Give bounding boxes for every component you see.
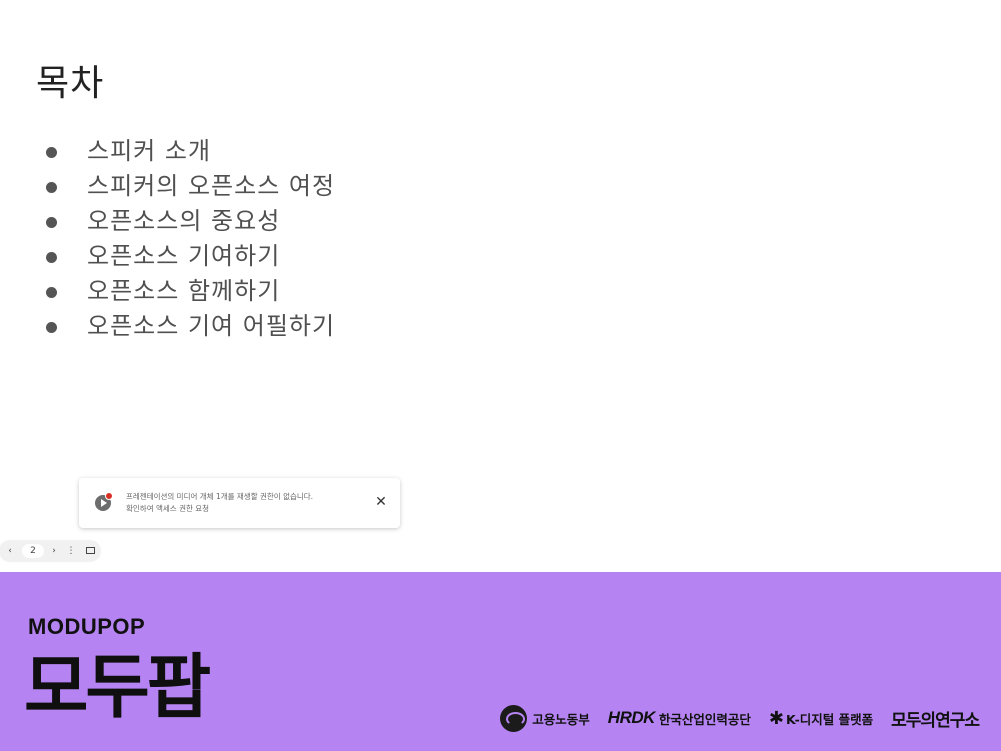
slide-title: 목차: [36, 63, 105, 104]
alert-badge-icon: [105, 492, 113, 500]
bullet-icon: [46, 287, 57, 298]
slide-canvas: 목차 스피커 소개 스피커의 오픈소스 여정 오픈소스의 중요성 오픈소스 기여…: [0, 0, 1001, 572]
media-permission-toast: 프레젠테이션의 미디어 개체 1개를 재생할 권한이 없습니다. 확인하여 액세…: [79, 478, 400, 528]
partner-hrdk: HRDK 한국산업인력공단: [608, 708, 751, 728]
agenda-item: 오픈소스 함께하기: [46, 274, 335, 309]
kdigital-star-icon: ✱: [768, 707, 785, 729]
more-options-icon[interactable]: ⋮: [66, 544, 76, 558]
partner-logos: 고용노동부 HRDK 한국산업인력공단 ✱ K-디지털 플랫폼 모두의연구소: [482, 702, 980, 734]
bullet-icon: [46, 182, 57, 193]
agenda-item-text: 오픈소스의 중요성: [87, 207, 281, 235]
agenda-item-text: 스피커의 오픈소스 여정: [87, 172, 336, 200]
toast-message[interactable]: 프레젠테이션의 미디어 개체 1개를 재생할 권한이 없습니다. 확인하여 액세…: [126, 491, 313, 515]
agenda-item-text: 스피커 소개: [87, 137, 212, 165]
agenda-item: 오픈소스 기여하기: [46, 239, 335, 274]
bullet-icon: [46, 322, 57, 333]
toast-request-access-link[interactable]: 확인하여 액세스 권한 요청: [126, 503, 313, 515]
brand-name-korean: 모두팝: [24, 646, 211, 728]
bullet-icon: [46, 217, 57, 228]
footer-banner: MODUPOP 모두팝 고용노동부 HRDK 한국산업인력공단 ✱ K-디지털 …: [0, 572, 1001, 751]
partner-moel-label: 고용노동부: [532, 711, 590, 727]
brand-name-english: MODUPOP: [28, 614, 146, 639]
partner-modulabs-label: 모두의연구소: [891, 710, 980, 731]
agenda-item: 오픈소스의 중요성: [46, 204, 335, 239]
agenda-item: 스피커의 오픈소스 여정: [46, 169, 335, 204]
bullet-icon: [46, 252, 57, 263]
partner-hrdk-label: 한국산업인력공단: [658, 711, 751, 727]
partner-kdigital: ✱ K-디지털 플랫폼: [769, 708, 873, 729]
present-icon[interactable]: [83, 544, 97, 558]
bullet-icon: [46, 147, 57, 158]
agenda-item: 오픈소스 기여 어필하기: [46, 309, 335, 344]
agenda-list: 스피커 소개 스피커의 오픈소스 여정 오픈소스의 중요성 오픈소스 기여하기 …: [46, 134, 335, 344]
toast-message-line1: 프레젠테이션의 미디어 개체 1개를 재생할 권한이 없습니다.: [126, 492, 314, 501]
next-slide-button[interactable]: ›: [48, 544, 60, 558]
media-play-icon: [95, 492, 113, 511]
partner-kdigital-label: K-디지털 플랫폼: [786, 711, 874, 727]
previous-slide-button[interactable]: ‹: [4, 544, 16, 558]
close-icon[interactable]: ✕: [373, 494, 389, 510]
slide-number[interactable]: 2: [22, 544, 44, 558]
partner-modulabs: 모두의연구소: [891, 706, 980, 731]
agenda-item-text: 오픈소스 기여하기: [87, 242, 281, 270]
partner-moel: 고용노동부: [500, 704, 590, 732]
agenda-item-text: 오픈소스 함께하기: [87, 277, 281, 305]
agenda-item: 스피커 소개: [46, 134, 335, 169]
agenda-item-text: 오픈소스 기여 어필하기: [87, 312, 336, 340]
government-emblem-icon: [500, 704, 528, 732]
hrdk-logo: HRDK: [607, 708, 656, 727]
slide-navigation-bar: ‹ 2 › ⋮: [0, 541, 100, 561]
